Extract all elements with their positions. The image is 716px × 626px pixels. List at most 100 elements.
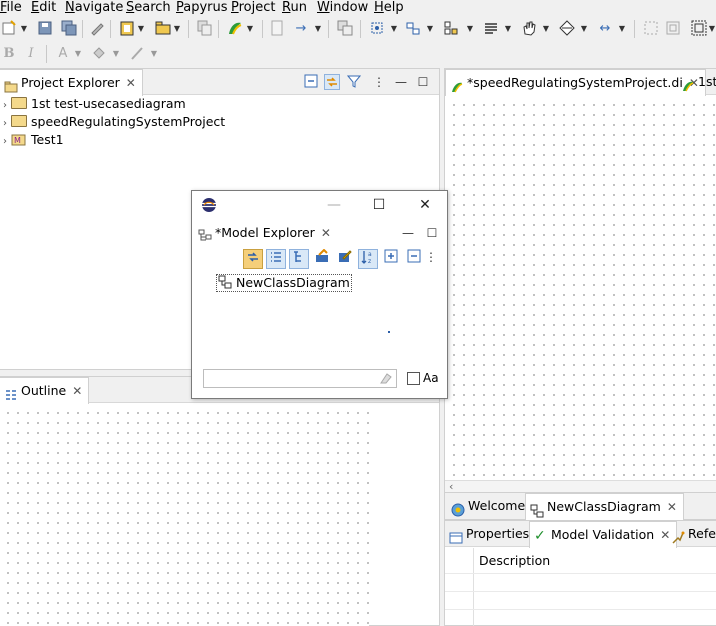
filter-icon[interactable] bbox=[346, 74, 362, 90]
menu-file[interactable]: File bbox=[0, 0, 22, 15]
expand-all-icon[interactable] bbox=[381, 249, 401, 269]
chevron-down-icon[interactable]: ▼ bbox=[173, 20, 181, 38]
chevron-down-icon[interactable]: ▼ bbox=[504, 20, 512, 38]
chevron-down-icon[interactable]: ▼ bbox=[314, 20, 322, 38]
chevron-down-icon[interactable]: ▼ bbox=[466, 20, 474, 38]
tab-project-explorer[interactable]: Project Explorer ✕ bbox=[0, 69, 143, 96]
new-icon[interactable] bbox=[0, 20, 18, 38]
save-icon[interactable] bbox=[36, 20, 54, 38]
menu-papyrus[interactable]: Papyrus bbox=[176, 0, 228, 15]
tree-item[interactable]: › 1st test-usecasediagram bbox=[0, 95, 186, 113]
case-sensitive-checkbox[interactable] bbox=[407, 372, 420, 385]
menu-search[interactable]: Search bbox=[126, 0, 171, 15]
tab-model-validation[interactable]: ✓ Model Validation ✕ bbox=[529, 521, 678, 548]
layers-icon[interactable] bbox=[336, 20, 354, 38]
tab-editor-diagram[interactable]: *speedRegulatingSystemProject.di ✕ bbox=[445, 69, 706, 96]
tab-label: Properties bbox=[466, 526, 530, 541]
tree-item[interactable]: › speedRegulatingSystemProject bbox=[0, 113, 225, 131]
tab-editor-second[interactable]: 1st bbox=[677, 69, 716, 95]
outline-canvas bbox=[0, 404, 369, 626]
font-button[interactable]: A bbox=[54, 45, 72, 63]
grid-icon[interactable] bbox=[642, 20, 660, 38]
sort-az-icon[interactable]: az bbox=[358, 249, 378, 269]
close-icon[interactable]: ✕ bbox=[321, 222, 331, 245]
svg-text:a: a bbox=[368, 251, 372, 258]
chevron-down-icon[interactable]: ▼ bbox=[618, 20, 626, 38]
tab-references[interactable]: Refe bbox=[667, 521, 716, 547]
editor-tabbar: *speedRegulatingSystemProject.di ✕ 1st bbox=[445, 69, 716, 96]
close-icon[interactable]: ✕ bbox=[667, 495, 677, 520]
route-icon[interactable] bbox=[558, 20, 576, 38]
tab-welcome[interactable]: Welcome bbox=[447, 493, 531, 519]
chevron-down-icon[interactable]: ▼ bbox=[137, 20, 145, 38]
dialog-titlebar[interactable]: — ☐ ✕ bbox=[192, 191, 447, 219]
tab-newclassdiagram[interactable]: NewClassDiagram ✕ bbox=[525, 493, 684, 520]
save-all-icon[interactable] bbox=[60, 20, 78, 38]
resize-horizontal-icon[interactable]: ↔ bbox=[596, 20, 614, 38]
align-icon[interactable] bbox=[404, 20, 422, 38]
arrow-right-icon[interactable]: → bbox=[292, 20, 310, 38]
link-with-editor-icon[interactable] bbox=[324, 74, 340, 90]
chevron-right-icon[interactable]: › bbox=[0, 133, 11, 151]
chevron-down-icon[interactable]: ▼ bbox=[426, 20, 434, 38]
snap-icon[interactable] bbox=[664, 20, 682, 38]
line-color-icon[interactable] bbox=[128, 45, 146, 63]
list-icon[interactable] bbox=[266, 249, 286, 269]
minimize-icon[interactable]: — bbox=[400, 225, 416, 241]
hand-icon[interactable] bbox=[520, 20, 538, 38]
filter-input[interactable] bbox=[203, 369, 397, 388]
class-diagram-icon bbox=[530, 501, 544, 517]
window-close-button[interactable]: ✕ bbox=[405, 193, 445, 217]
menu-run[interactable]: Run bbox=[282, 0, 307, 15]
view-menu-icon[interactable]: ⋮ bbox=[371, 74, 387, 90]
copy-icon[interactable] bbox=[196, 20, 214, 38]
minimize-icon[interactable]: — bbox=[393, 74, 409, 90]
close-icon[interactable]: ✕ bbox=[72, 379, 82, 404]
select-icon[interactable] bbox=[368, 20, 386, 38]
chevron-down-icon[interactable]: ▼ bbox=[74, 45, 82, 63]
menu-window[interactable]: Window bbox=[317, 0, 368, 15]
menu-project[interactable]: Project bbox=[231, 0, 276, 15]
chevron-down-icon[interactable]: ▼ bbox=[150, 45, 158, 63]
chevron-down-icon[interactable]: ▼ bbox=[542, 20, 550, 38]
package-icon[interactable] bbox=[154, 20, 172, 38]
bold-button[interactable]: B bbox=[0, 45, 18, 63]
tree-item[interactable]: NewClassDiagram bbox=[216, 274, 352, 292]
collapse-all-icon[interactable] bbox=[303, 74, 319, 90]
maximize-icon[interactable]: ☐ bbox=[424, 225, 440, 241]
hierarchy-icon[interactable] bbox=[289, 249, 309, 269]
chevron-down-icon[interactable]: ▼ bbox=[708, 20, 716, 38]
papyrus-icon[interactable] bbox=[226, 20, 244, 38]
tree-item[interactable]: › M Test1 bbox=[0, 131, 64, 149]
window-maximize-button[interactable]: ☐ bbox=[359, 193, 399, 217]
edit-icon[interactable] bbox=[335, 249, 355, 269]
distribute-icon[interactable] bbox=[442, 20, 460, 38]
window-minimize-button[interactable]: — bbox=[314, 193, 354, 217]
chevron-down-icon[interactable]: ▼ bbox=[390, 20, 398, 38]
tab-properties[interactable]: Properties bbox=[445, 521, 535, 547]
chevron-down-icon[interactable]: ▼ bbox=[580, 20, 588, 38]
layout-icon[interactable] bbox=[690, 20, 708, 38]
menu-navigate[interactable]: Navigate bbox=[65, 0, 123, 15]
chevron-down-icon[interactable]: ▼ bbox=[246, 20, 254, 38]
tab-model-explorer[interactable]: *Model Explorer ✕ bbox=[194, 221, 337, 245]
pencil-icon[interactable] bbox=[88, 20, 106, 38]
chevron-down-icon[interactable]: ▼ bbox=[112, 45, 120, 63]
collapse-all-icon[interactable] bbox=[404, 249, 424, 269]
menu-help[interactable]: Help bbox=[374, 0, 404, 15]
link-with-editor-icon[interactable] bbox=[243, 249, 263, 269]
text-align-icon[interactable] bbox=[482, 20, 500, 38]
italic-button[interactable]: I bbox=[22, 45, 40, 63]
diagram-canvas[interactable] bbox=[445, 96, 716, 480]
menu-edit[interactable]: Edit bbox=[31, 0, 56, 15]
view-menu-icon[interactable]: ⋮ bbox=[425, 249, 437, 269]
fill-color-icon[interactable] bbox=[90, 45, 108, 63]
customize-icon[interactable] bbox=[312, 248, 332, 269]
document-icon[interactable] bbox=[268, 20, 286, 38]
clipboard-icon[interactable] bbox=[118, 20, 136, 38]
tab-outline[interactable]: Outline ✕ bbox=[0, 377, 90, 404]
clear-icon[interactable] bbox=[379, 371, 393, 385]
chevron-down-icon[interactable]: ▼ bbox=[20, 20, 28, 38]
maximize-icon[interactable]: ☐ bbox=[415, 74, 431, 90]
close-icon[interactable]: ✕ bbox=[126, 71, 136, 96]
